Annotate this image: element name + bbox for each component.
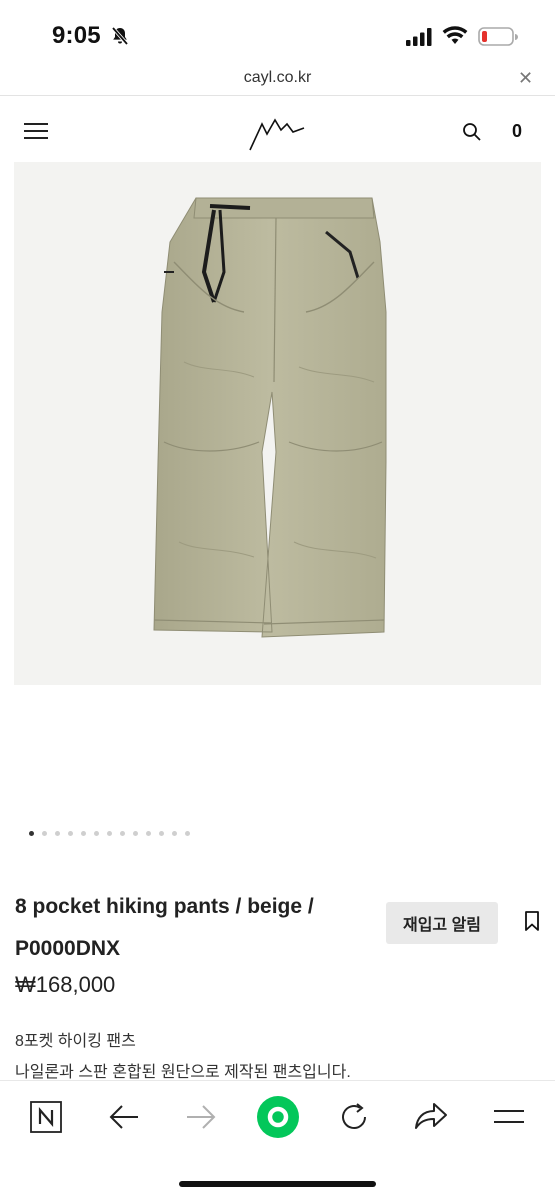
reload-icon[interactable]: [338, 1101, 370, 1133]
close-icon[interactable]: ✕: [518, 68, 533, 89]
pagination-dot[interactable]: [120, 831, 125, 836]
hamburger-menu-icon[interactable]: [24, 123, 48, 144]
brand-logo[interactable]: [247, 112, 307, 152]
pagination-dot[interactable]: [159, 831, 164, 836]
pagination-dot[interactable]: [107, 831, 112, 836]
product-description-line-2: 나일론과 스판 혼합된 원단으로 제작된 팬츠입니다.: [15, 1064, 351, 1081]
cart-count[interactable]: 0: [512, 121, 522, 142]
product-price: ₩168,000: [15, 972, 116, 997]
product-image[interactable]: [14, 162, 541, 685]
product-title-line-2: P0000DNX: [15, 937, 121, 960]
pagination-dot[interactable]: [81, 831, 86, 836]
back-arrow-icon[interactable]: [108, 1103, 140, 1131]
site-header: 0: [0, 96, 555, 162]
pagination-dot[interactable]: [29, 831, 34, 836]
menu-icon[interactable]: [493, 1107, 525, 1127]
pagination-dot[interactable]: [172, 831, 177, 836]
pagination-dot[interactable]: [133, 831, 138, 836]
pagination-dot[interactable]: [146, 831, 151, 836]
product-description-line-1: 8포켓 하이킹 팬츠: [15, 1033, 136, 1050]
status-bar: 9:05: [0, 0, 555, 62]
bookmark-icon[interactable]: [523, 910, 541, 932]
cellular-signal-icon: [406, 28, 432, 46]
pagination-dot[interactable]: [55, 831, 60, 836]
product-title: 8 pocket hiking pants / beige / P0000DNX: [15, 886, 365, 970]
pagination-dot[interactable]: [94, 831, 99, 836]
naver-green-circle-icon[interactable]: [256, 1095, 300, 1139]
gallery-pagination[interactable]: [29, 831, 190, 839]
pagination-dot[interactable]: [68, 831, 73, 836]
pants-illustration: [153, 197, 387, 638]
forward-arrow-icon[interactable]: [185, 1103, 217, 1131]
wifi-icon: [442, 26, 468, 44]
battery-low-icon: [478, 27, 518, 46]
url-text[interactable]: cayl.co.kr: [0, 69, 555, 87]
status-time: 9:05: [52, 22, 101, 49]
pagination-dot[interactable]: [42, 831, 47, 836]
pagination-dot[interactable]: [185, 831, 190, 836]
home-indicator: [179, 1181, 376, 1187]
restock-alert-button[interactable]: 재입고 알림: [386, 902, 498, 944]
share-icon[interactable]: [414, 1101, 448, 1131]
naver-n-icon[interactable]: [30, 1101, 62, 1133]
product-title-line-1: 8 pocket hiking pants / beige /: [15, 895, 314, 918]
bell-muted-icon: [111, 26, 129, 46]
search-icon[interactable]: [462, 122, 482, 142]
address-bar[interactable]: cayl.co.kr ✕: [0, 62, 555, 96]
